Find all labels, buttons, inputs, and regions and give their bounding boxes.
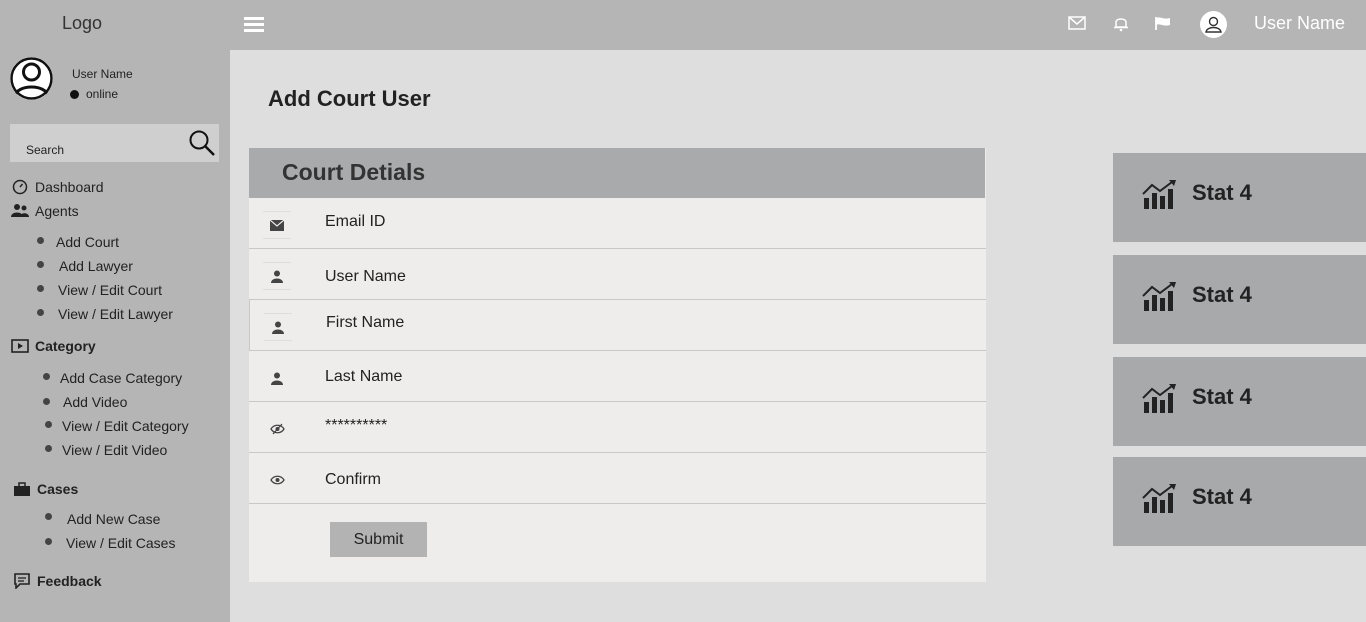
- status-label: online: [86, 87, 119, 101]
- nav-agents[interactable]: Agents: [11, 202, 79, 220]
- flag-icon[interactable]: [1154, 14, 1174, 34]
- topbar: User Name: [230, 0, 1366, 50]
- bullet-icon: [45, 513, 52, 520]
- top-username[interactable]: User Name: [1254, 13, 1345, 34]
- first-name-field[interactable]: [326, 309, 926, 337]
- agents-icon: [11, 202, 29, 220]
- password-row: [249, 402, 986, 453]
- nav-feedback[interactable]: Feedback: [13, 572, 102, 590]
- nav-add-court[interactable]: Add Court: [56, 234, 119, 250]
- nav-add-video[interactable]: Add Video: [63, 394, 127, 410]
- stat-label: Stat 4: [1192, 180, 1252, 205]
- nav-add-case-category[interactable]: Add Case Category: [60, 370, 182, 386]
- eye-icon[interactable]: [263, 466, 291, 494]
- nav-cases-label: Cases: [37, 481, 79, 497]
- bullet-icon: [37, 285, 44, 292]
- email-row: [249, 198, 986, 249]
- eye-slash-icon[interactable]: [263, 415, 291, 443]
- username-field[interactable]: [325, 263, 925, 291]
- nav-cases[interactable]: Cases: [13, 480, 78, 498]
- sidebar: Logo User Name online Dashboard: [0, 0, 230, 622]
- nav-feedback-label: Feedback: [37, 573, 102, 589]
- dashboard-icon: [11, 178, 29, 196]
- nav-dashboard-label: Dashboard: [35, 179, 104, 195]
- last-name-field[interactable]: [325, 363, 925, 391]
- profile-avatar-icon[interactable]: [10, 57, 53, 100]
- username-row: [249, 249, 986, 300]
- profile-name: User Name: [72, 67, 133, 81]
- confirm-row: [249, 453, 986, 504]
- stat-card[interactable]: Stat 4: [1113, 153, 1366, 242]
- user-avatar-icon[interactable]: [1200, 11, 1227, 38]
- password-field[interactable]: [325, 412, 925, 440]
- user-icon: [264, 313, 292, 341]
- email-field[interactable]: [325, 208, 925, 236]
- nav-category[interactable]: Category: [11, 337, 96, 355]
- first-name-row: [249, 300, 986, 351]
- nav-view-edit-category[interactable]: View / Edit Category: [62, 418, 189, 434]
- bullet-icon: [45, 421, 52, 428]
- nav-add-lawyer[interactable]: Add Lawyer: [59, 258, 133, 274]
- stat-label: Stat 4: [1192, 484, 1252, 509]
- search-box: [10, 124, 219, 162]
- nav-add-new-case[interactable]: Add New Case: [67, 511, 160, 527]
- nav-category-label: Category: [35, 338, 96, 354]
- user-icon: [263, 262, 291, 290]
- bullet-icon: [43, 398, 50, 405]
- briefcase-icon: [13, 480, 31, 498]
- envelope-icon: [263, 211, 291, 239]
- search-icon[interactable]: [188, 129, 216, 157]
- stat-label: Stat 4: [1192, 282, 1252, 307]
- form-header-title: Court Detials: [282, 159, 426, 185]
- nav-view-edit-lawyer[interactable]: View / Edit Lawyer: [58, 306, 173, 322]
- online-status: online: [70, 87, 118, 101]
- bullet-icon: [43, 373, 50, 380]
- confirm-password-field[interactable]: [325, 466, 925, 494]
- logo[interactable]: Logo: [62, 13, 102, 34]
- nav-view-edit-court[interactable]: View / Edit Court: [58, 282, 162, 298]
- search-input[interactable]: [10, 124, 185, 162]
- nav-agents-label: Agents: [35, 203, 79, 219]
- nav-dashboard[interactable]: Dashboard: [11, 178, 104, 196]
- mail-icon[interactable]: [1068, 14, 1088, 34]
- bullet-icon: [45, 445, 52, 452]
- stat-card[interactable]: Stat 4: [1113, 357, 1366, 446]
- bullet-icon: [37, 261, 44, 268]
- nav-view-edit-video[interactable]: View / Edit Video: [62, 442, 167, 458]
- bullet-icon: [37, 309, 44, 316]
- user-icon: [263, 364, 291, 392]
- page-title: Add Court User: [268, 86, 431, 111]
- submit-button[interactable]: Submit: [330, 522, 427, 557]
- category-icon: [11, 337, 29, 355]
- nav-view-edit-cases[interactable]: View / Edit Cases: [66, 535, 175, 551]
- bar-chart-icon: [1142, 484, 1178, 514]
- feedback-icon: [13, 572, 31, 590]
- status-dot-icon: [70, 89, 79, 99]
- stat-card[interactable]: Stat 4: [1113, 457, 1366, 546]
- menu-icon[interactable]: [244, 17, 264, 33]
- bar-chart-icon: [1142, 180, 1178, 210]
- form-header: Court Detials: [249, 148, 985, 198]
- bell-icon[interactable]: [1112, 14, 1132, 34]
- court-details-form: Court Detials Submit: [249, 148, 986, 582]
- bar-chart-icon: [1142, 282, 1178, 312]
- bullet-icon: [45, 538, 52, 545]
- stat-card[interactable]: Stat 4: [1113, 255, 1366, 344]
- last-name-row: [249, 351, 986, 402]
- bar-chart-icon: [1142, 384, 1178, 414]
- stat-label: Stat 4: [1192, 384, 1252, 409]
- bullet-icon: [37, 237, 44, 244]
